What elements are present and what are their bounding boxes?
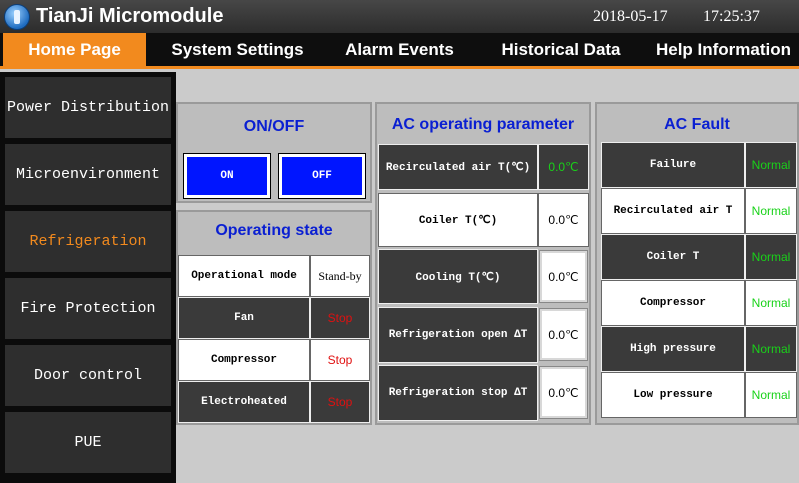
tab-help-information[interactable]: Help Information [648,33,799,67]
fault-compressor-label: Compressor [601,280,745,326]
fault-compressor-status: Normal [745,280,797,326]
ac-fault-panel: AC Fault Failure Normal Recirculated air… [595,102,799,425]
tab-home-page[interactable]: Home Page [3,33,146,67]
refrigeration-open-dt-input[interactable]: 0.0℃ [539,308,588,361]
tab-historical-data[interactable]: Historical Data [492,33,630,67]
date-display: 2018-05-17 [593,8,668,25]
sidebar-item-pue[interactable]: PUE [3,410,173,475]
fault-low-pressure-label: Low pressure [601,372,745,418]
compressor-state-label: Compressor [178,339,310,381]
sidebar: Power Distribution Microenvironment Refr… [0,72,176,483]
compressor-state-status: Stop [310,339,370,381]
fan-status: Stop [310,297,370,339]
app-title: TianJi Micromodule [36,5,224,27]
fault-recirculated-air-label: Recirculated air T [601,188,745,234]
sidebar-item-microenvironment[interactable]: Microenvironment [3,142,173,207]
refrigeration-open-dt-label: Refrigeration open ΔT [378,307,538,363]
fault-high-pressure-label: High pressure [601,326,745,372]
operating-state-panel: Operating state Operational mode Stand-b… [176,210,372,425]
operational-mode-value: Stand-by [310,255,370,297]
tab-alarm-events[interactable]: Alarm Events [333,33,466,67]
sidebar-item-door-control[interactable]: Door control [3,343,173,408]
fault-coiler-status: Normal [745,234,797,280]
coiler-temp-value: 0.0℃ [538,193,589,247]
ac-parameter-title: AC operating parameter [391,116,575,133]
fault-high-pressure-status: Normal [745,326,797,372]
fault-low-pressure-status: Normal [745,372,797,418]
fault-failure-status: Normal [745,142,797,188]
recirculated-air-temp-label: Recirculated air T(℃) [378,144,538,190]
fault-coiler-label: Coiler T [601,234,745,280]
on-button[interactable]: ON [183,153,271,199]
time-display: 17:25:37 [703,8,760,25]
sidebar-item-refrigeration[interactable]: Refrigeration [3,209,173,274]
ac-parameter-panel: AC operating parameter Recirculated air … [375,102,591,425]
fan-label: Fan [178,297,310,339]
refrigeration-stop-dt-input[interactable]: 0.0℃ [539,366,588,419]
sidebar-item-fire-protection[interactable]: Fire Protection [3,276,173,341]
refrigeration-stop-dt-label: Refrigeration stop ΔT [378,365,538,421]
cooling-temp-label: Cooling T(℃) [378,249,538,304]
cooling-temp-input[interactable]: 0.0℃ [539,250,588,303]
electroheated-label: Electroheated [178,381,310,423]
fault-failure-label: Failure [601,142,745,188]
off-button[interactable]: OFF [278,153,366,199]
onoff-title: ON/OFF [243,118,305,135]
operational-mode-label: Operational mode [178,255,310,297]
operating-state-title: Operating state [215,222,333,239]
app-logo-icon [4,4,30,30]
sidebar-item-power-distribution[interactable]: Power Distribution [3,75,173,140]
recirculated-air-temp-value: 0.0℃ [538,144,589,190]
electroheated-status: Stop [310,381,370,423]
onoff-panel: ON/OFF ON OFF [176,102,372,203]
ac-fault-title: AC Fault [664,116,730,133]
tab-system-settings[interactable]: System Settings [160,33,315,67]
fault-recirculated-air-status: Normal [745,188,797,234]
main-nav: Home Page System Settings Alarm Events H… [0,33,799,69]
coiler-temp-label: Coiler T(℃) [378,193,538,247]
